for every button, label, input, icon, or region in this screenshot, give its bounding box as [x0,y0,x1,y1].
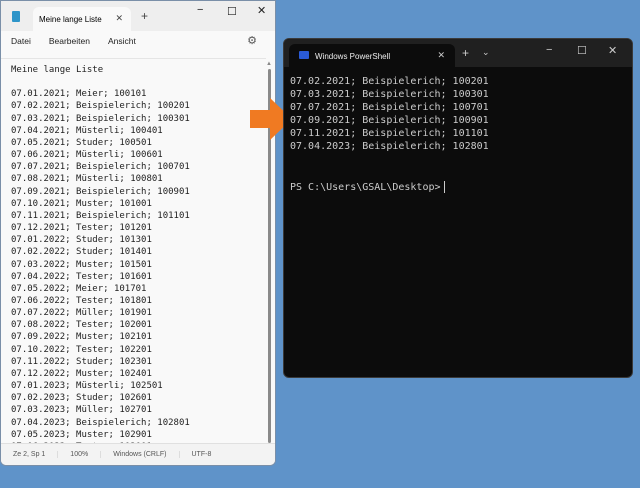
text-line: 07.12.2021; Tester; 101201 [11,223,152,234]
terminal-output: 07.02.2021; Beispielerich; 100201 07.03.2… [290,75,489,153]
text-line: 07.07.2021; Beispielerich; 100701 [290,102,489,113]
text-line: 07.06.2022; Tester; 101801 [11,295,152,306]
text-line: Meine lange Liste [11,65,104,75]
line-ending: Windows (CRLF) [101,451,180,458]
text-line: 07.03.2022; Muster; 101501 [11,259,152,270]
text-line: 07.07.2022; Müller; 101901 [11,308,152,319]
text-line: 07.08.2021; Müsterli; 100801 [11,174,163,185]
menu-bearbeiten[interactable]: Bearbeiten [49,36,90,46]
new-tab-button[interactable]: + [462,46,469,60]
maximize-button[interactable]: ☐ [577,44,587,57]
menu-bar: Datei Bearbeiten Ansicht ⚙ [1,31,275,51]
close-tab-icon[interactable]: ✕ [437,50,445,61]
notepad-app-icon [12,11,20,22]
text-line: 07.09.2022; Muster; 102101 [11,332,152,343]
text-line: 07.12.2022; Muster; 102401 [11,368,152,379]
text-line: 07.11.2022; Studer; 102301 [11,356,152,367]
text-line: 07.02.2023; Studer; 102601 [11,393,152,404]
text-line: 07.03.2021; Beispielerich; 100301 [290,89,489,100]
text-line: 07.03.2021; Beispielerich; 100301 [11,113,190,124]
scroll-up-icon[interactable]: ▲ [266,61,272,67]
text-line: 07.02.2021; Beispielerich; 100201 [11,101,190,112]
close-button[interactable]: ✕ [257,4,266,17]
text-line: 07.09.2021; Beispielerich; 100901 [290,115,489,126]
text-line: 07.01.2022; Studer; 101301 [11,235,152,246]
notepad-window: Meine lange Liste ✕ + − ☐ ✕ Datei Bearbei… [0,0,276,466]
new-tab-button[interactable]: + [141,9,148,23]
text-line: 07.04.2022; Tester; 101601 [11,271,152,282]
text-line: 07.04.2023; Beispielerich; 102801 [290,141,489,152]
text-line: 07.07.2021; Beispielerich; 100701 [11,162,190,173]
tab-title: Windows PowerShell [315,52,391,61]
tab-title: Meine lange Liste [39,15,102,24]
encoding: UTF-8 [191,451,212,458]
text-line: 07.02.2021; Beispielerich; 100201 [290,76,489,87]
terminal-tab[interactable]: Windows PowerShell ✕ [289,44,455,67]
text-line: 07.05.2021; Studer; 100501 [11,137,152,148]
powershell-window: Windows PowerShell ✕ + ⌄ − ☐ ✕ 07.02.2021… [283,38,633,378]
text-line [11,76,266,88]
text-line: 07.10.2021; Muster; 101001 [11,198,152,209]
text-cursor [443,181,445,193]
menu-datei[interactable]: Datei [11,36,31,46]
status-bar: Ze 2, Sp 1 100% Windows (CRLF) UTF-8 [1,443,275,465]
text-line: 07.04.2021; Müsterli; 100401 [11,125,163,136]
terminal-prompt[interactable]: PS C:\Users\GSAL\Desktop> [290,181,445,193]
text-line: 07.08.2022; Tester; 102001 [11,320,152,331]
text-line: 07.01.2021; Meier; 100101 [11,89,147,100]
notepad-tab[interactable]: Meine lange Liste ✕ [33,7,131,31]
cursor-position: Ze 2, Sp 1 [1,451,59,458]
powershell-icon [299,51,309,59]
menu-ansicht[interactable]: Ansicht [108,36,136,46]
settings-gear-icon[interactable]: ⚙ [247,34,257,47]
close-button[interactable]: ✕ [608,44,617,57]
terminal-titlebar: Windows PowerShell ✕ + ⌄ − ☐ ✕ [284,39,632,67]
text-line: 07.09.2021; Beispielerich; 100901 [11,186,190,197]
text-line: 07.11.2021; Beispielerich; 101101 [11,210,190,221]
maximize-button[interactable]: ☐ [227,5,237,18]
minimize-button[interactable]: − [197,4,203,16]
text-editor[interactable]: Meine lange Liste 07.01.2021; Meier; 1001… [1,58,266,456]
text-line: 07.11.2021; Beispielerich; 101101 [290,128,489,139]
text-line: 07.06.2021; Müsterli; 100601 [11,150,163,161]
prompt-text: PS C:\Users\GSAL\Desktop> [290,182,441,193]
zoom-level: 100% [58,451,102,458]
text-line: 07.04.2023; Beispielerich; 102801 [11,417,190,428]
text-line: 07.02.2022; Studer; 101401 [11,247,152,258]
text-line: 07.03.2023; Müller; 102701 [11,405,152,416]
close-tab-icon[interactable]: ✕ [115,13,123,24]
dropdown-chevron-icon[interactable]: ⌄ [482,47,490,58]
text-line: 07.05.2022; Meier; 101701 [11,283,147,294]
text-line: 07.10.2022; Tester; 102201 [11,344,152,355]
notepad-titlebar: Meine lange Liste ✕ + − ☐ ✕ [1,1,275,31]
minimize-button[interactable]: − [546,44,552,56]
text-line: 07.05.2023; Muster; 102901 [11,429,152,440]
text-line: 07.01.2023; Müsterli; 102501 [11,381,163,392]
